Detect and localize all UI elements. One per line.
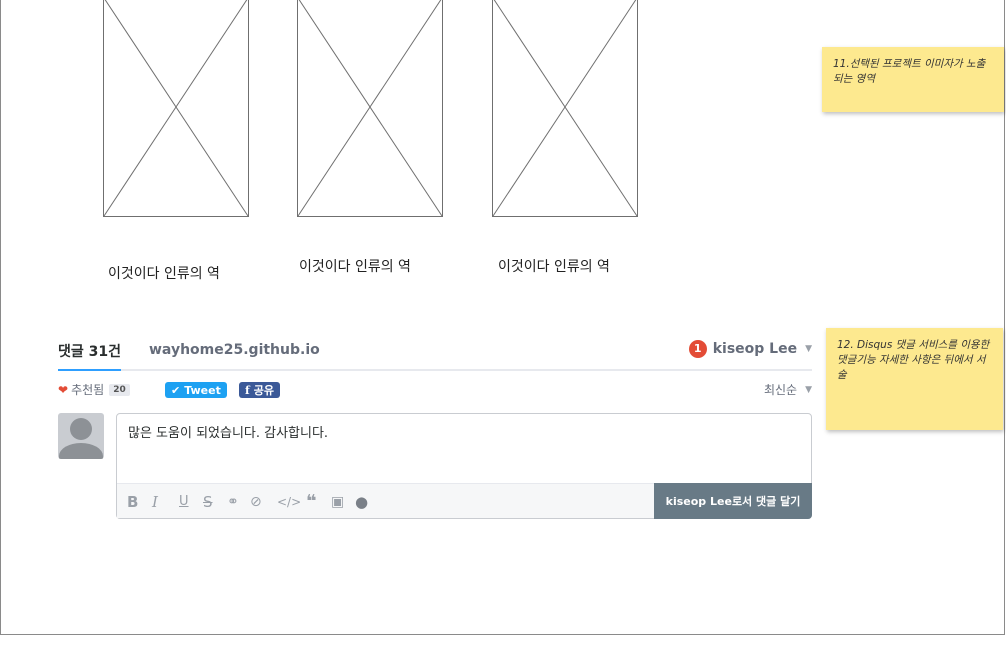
- image-placeholder-icon: [104, 0, 248, 216]
- avatar-body: [59, 443, 103, 459]
- heart-icon: ❤: [58, 382, 69, 397]
- image-placeholder-icon: [298, 0, 442, 216]
- avatar[interactable]: [58, 413, 104, 459]
- quote-icon[interactable]: ❝: [306, 484, 317, 519]
- disqus-nav: 댓글 31건 wayhome25.github.io 1 kiseop Lee …: [58, 336, 812, 371]
- bold-icon[interactable]: B: [127, 484, 138, 519]
- annotation-note-11: 11.선택된 프로젝트 이미자가 노출되는 영역: [822, 47, 1004, 112]
- image-icon[interactable]: ▣: [331, 484, 344, 519]
- image-placeholder-icon: [493, 0, 637, 216]
- sort-dropdown[interactable]: 최신순 ▼: [764, 381, 812, 398]
- spoiler-icon[interactable]: ⊘: [250, 484, 262, 519]
- username[interactable]: kiseop Lee: [713, 341, 797, 357]
- project-caption: 이것이다 인류의 역: [498, 259, 610, 275]
- recommend-count: 20: [109, 383, 130, 396]
- facebook-share-button[interactable]: f 공유: [239, 382, 280, 398]
- project-caption: 이것이다 인류의 역: [299, 259, 411, 275]
- facebook-icon: f: [245, 383, 250, 397]
- comment-toolbar: ❤ 추천됨 20 ✔ Tweet f 공유 최신순 ▼: [58, 371, 812, 401]
- strikethrough-icon[interactable]: S: [203, 484, 213, 519]
- link-icon[interactable]: ⚭: [227, 484, 239, 519]
- chevron-down-icon: ▼: [805, 384, 812, 395]
- gif-icon[interactable]: ●: [355, 484, 368, 519]
- sort-label: 최신순: [763, 383, 798, 397]
- tweet-label: Tweet: [184, 383, 221, 397]
- project-image-placeholder[interactable]: [103, 0, 249, 217]
- comment-text[interactable]: 많은 도움이 되었습니다. 감사합니다.: [128, 422, 328, 441]
- project-image-placeholder[interactable]: [492, 0, 638, 217]
- editor-toolbar: B I U S ⚭ ⊘ </> ❝ ▣ ● kiseop Lee로서 댓글 달기: [117, 483, 812, 519]
- underline-icon[interactable]: U: [179, 484, 189, 519]
- twitter-icon: ✔: [171, 383, 181, 397]
- disqus-comments: 댓글 31건 wayhome25.github.io 1 kiseop Lee …: [58, 336, 812, 521]
- tweet-button[interactable]: ✔ Tweet: [165, 382, 227, 398]
- share-label: 공유: [253, 384, 274, 397]
- comment-input[interactable]: 많은 도움이 되었습니다. 감사합니다. B I U S ⚭ ⊘ </> ❝ ▣…: [116, 413, 812, 519]
- project-caption: 이것이다 인류의 역: [108, 266, 220, 282]
- recommend-label: 추천됨: [71, 383, 105, 397]
- user-menu[interactable]: 1 kiseop Lee ▼: [688, 340, 812, 358]
- italic-icon[interactable]: I: [152, 484, 158, 519]
- recommend-button[interactable]: ❤ 추천됨 20: [58, 381, 130, 398]
- code-icon[interactable]: </>: [277, 484, 301, 519]
- tab-comments[interactable]: 댓글 31건: [58, 341, 121, 370]
- tab-community[interactable]: wayhome25.github.io: [149, 342, 320, 358]
- avatar-head: [70, 418, 92, 440]
- post-comment-button[interactable]: kiseop Lee로서 댓글 달기: [654, 483, 812, 519]
- project-image-placeholder[interactable]: [297, 0, 443, 217]
- notification-badge[interactable]: 1: [688, 340, 707, 358]
- chevron-down-icon: ▼: [805, 344, 812, 354]
- comment-composer: 많은 도움이 되었습니다. 감사합니다. B I U S ⚭ ⊘ </> ❝ ▣…: [58, 413, 812, 521]
- annotation-note-12: 12. Disqus 댓글 서비스를 이용한 댓글기능 자세한 사항은 뒤에서 …: [826, 328, 1003, 430]
